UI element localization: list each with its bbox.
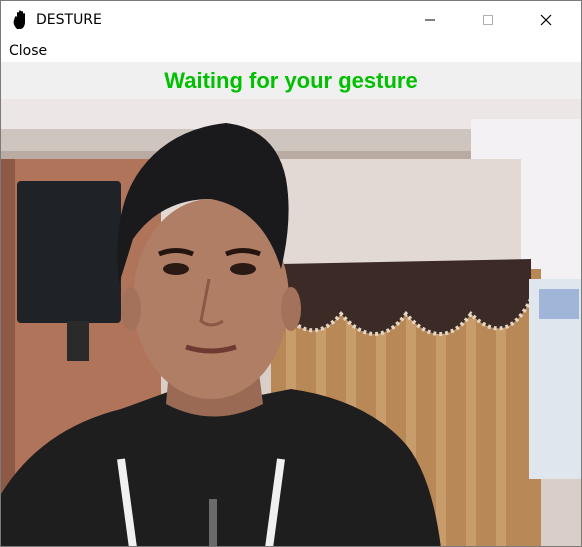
- minimize-icon: [424, 14, 436, 26]
- status-bar: Waiting for your gesture: [1, 62, 581, 99]
- menu-item-close[interactable]: Close: [9, 43, 47, 59]
- close-button[interactable]: [523, 1, 569, 38]
- maximize-icon: [482, 14, 494, 26]
- webcam-frame: [1, 99, 581, 546]
- camera-feed: [1, 99, 581, 546]
- maximize-button[interactable]: [465, 1, 511, 38]
- title-bar[interactable]: DESTURE: [1, 1, 581, 38]
- window-title: DESTURE: [36, 12, 102, 28]
- close-icon: [540, 14, 552, 26]
- status-label: Waiting for your gesture: [164, 67, 418, 93]
- hand-icon: [11, 9, 31, 31]
- minimize-button[interactable]: [407, 1, 453, 38]
- app-window: DESTURE Close Waiting for your gesture: [0, 0, 582, 547]
- menu-bar: Close: [1, 38, 581, 62]
